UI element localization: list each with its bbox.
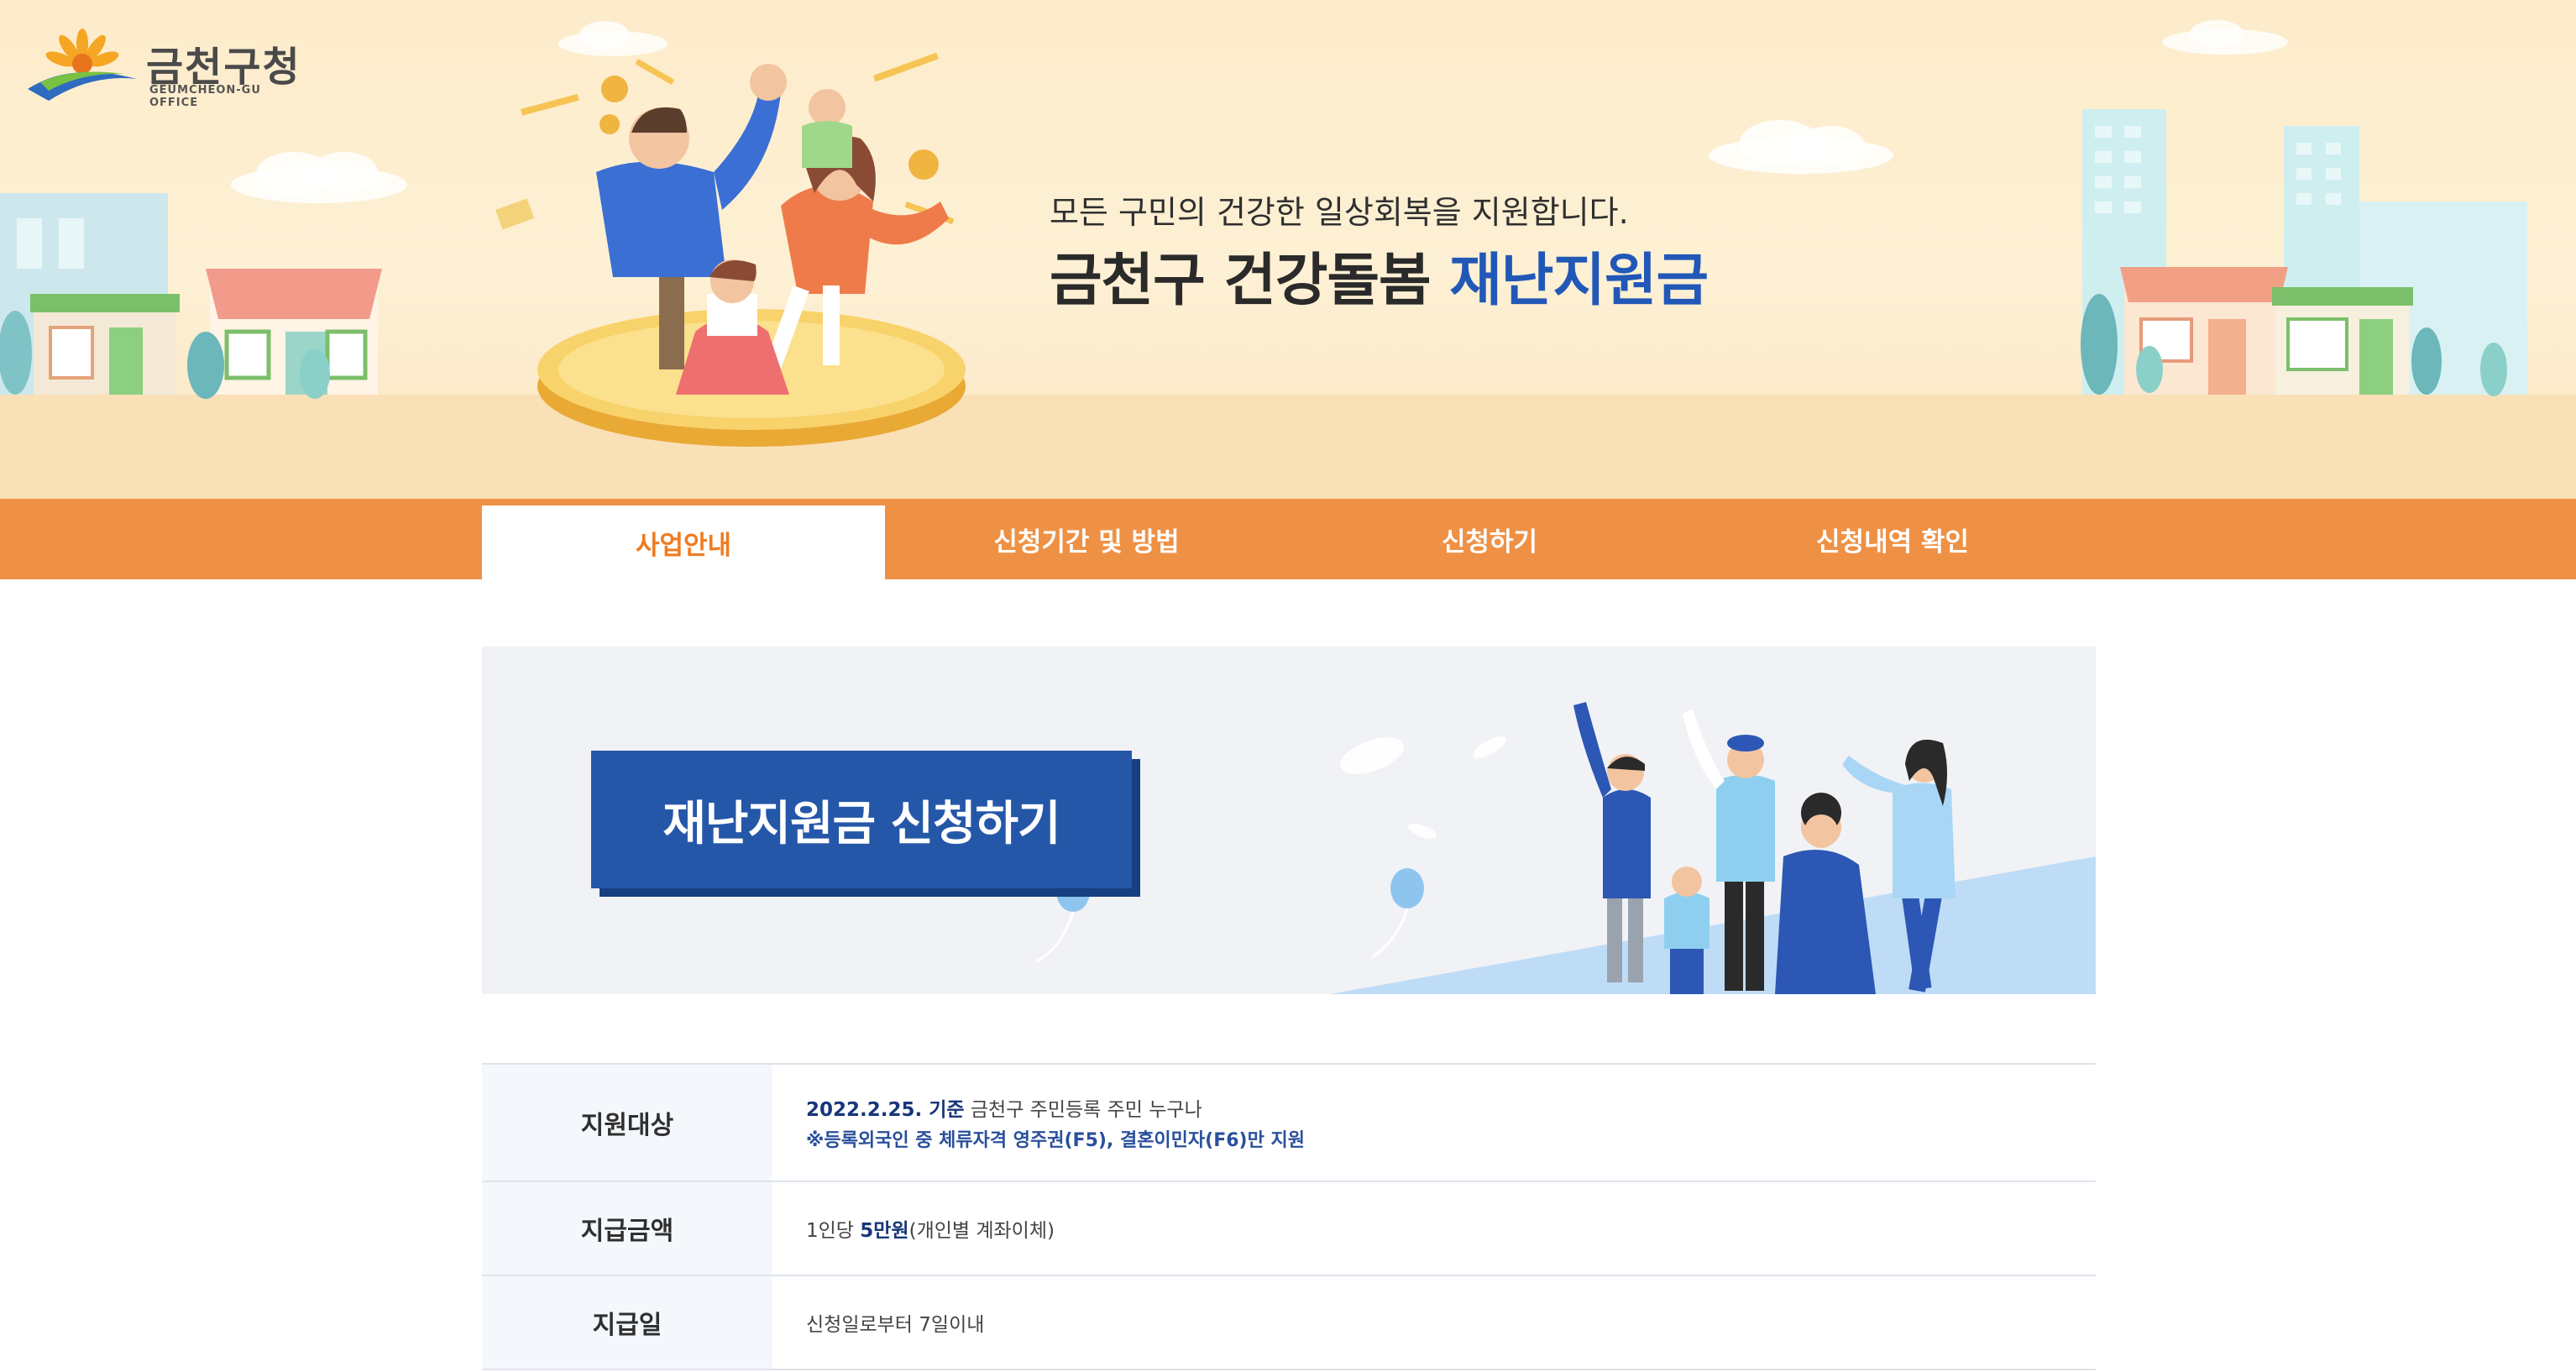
cloud-icon xyxy=(1709,120,1893,174)
tab-apply[interactable]: 신청하기 xyxy=(1288,499,1691,579)
eligibility-note: ※등록외국인 중 체류자격 영주권(F5), 결혼이민자(F6)만 지원 xyxy=(806,1130,1305,1151)
row-value-amount: 1인당 5만원(개인별 계좌이체) xyxy=(772,1182,2096,1275)
row-label-eligibility: 지원대상 xyxy=(482,1065,772,1181)
row-value-eligibility: 2022.2.25. 기준 금천구 주민등록 주민 누구나 ※등록외국인 중 체… xyxy=(772,1065,2096,1181)
amount-suffix: (개인별 계좌이체) xyxy=(908,1220,1055,1242)
main-nav: 사업안내 신청기간 및 방법 신청하기 신청내역 확인 xyxy=(0,499,2576,579)
hero-ground xyxy=(0,395,2576,499)
amount-line: 1인당 5만원(개인별 계좌이체) xyxy=(806,1214,2096,1243)
hero-title-prefix: 금천구 건강돌봄 xyxy=(1050,248,1450,314)
family-coin-illustration xyxy=(495,52,966,447)
apply-banner: 재난지원금 신청하기 xyxy=(482,647,2096,994)
citizens-cheering-illustration xyxy=(1573,702,1956,994)
table-row: 지원대상 2022.2.25. 기준 금천구 주민등록 주민 누구나 ※등록외국… xyxy=(482,1065,2096,1182)
cloud-icon xyxy=(2162,20,2288,55)
eligibility-text: 금천구 주민등록 주민 누구나 xyxy=(964,1099,1202,1121)
amount-prefix: 1인당 xyxy=(806,1220,861,1242)
hero-banner: 금천구청 GEUMCHEON-GU OFFICE 모든 구민의 건강한 일상회복… xyxy=(0,0,2576,499)
disaster-fund-apply-button[interactable]: 재난지원금 신청하기 xyxy=(591,751,1132,888)
town-right-illustration xyxy=(2081,109,2527,396)
row-value-payment-date: 신청일로부터 7일이내 xyxy=(772,1276,2096,1369)
info-table: 지원대상 2022.2.25. 기준 금천구 주민등록 주민 누구나 ※등록외국… xyxy=(482,1063,2096,1370)
tab-business-info[interactable]: 사업안내 xyxy=(482,505,885,579)
table-row: 지급금액 1인당 5만원(개인별 계좌이체) xyxy=(482,1182,2096,1276)
sunflower-logo-icon xyxy=(28,29,137,101)
amount-value: 5만원 xyxy=(860,1220,909,1242)
town-left-illustration xyxy=(0,193,382,399)
tab-application-period[interactable]: 신청기간 및 방법 xyxy=(885,499,1288,579)
eligibility-date: 2022.2.25. 기준 xyxy=(806,1099,965,1121)
eligibility-line: 2022.2.25. 기준 금천구 주민등록 주민 누구나 xyxy=(806,1093,2096,1122)
logo[interactable]: 금천구청 GEUMCHEON-GU OFFICE xyxy=(24,24,309,109)
row-label-payment-date: 지급일 xyxy=(482,1276,772,1369)
hero-subtitle: 모든 구민의 건강한 일상회복을 지원합니다. xyxy=(1050,194,1629,231)
tab-application-history[interactable]: 신청내역 확인 xyxy=(1691,499,2094,579)
hero-title: 금천구 건강돌봄 재난지원금 xyxy=(1050,233,1709,317)
row-label-amount: 지급금액 xyxy=(482,1182,772,1275)
table-row: 지급일 신청일로부터 7일이내 xyxy=(482,1276,2096,1370)
payment-date-text: 신청일로부터 7일이내 xyxy=(806,1314,985,1336)
hero-title-accent: 재난지원금 xyxy=(1449,248,1709,314)
logo-subtitle: GEUMCHEON-GU OFFICE xyxy=(149,84,261,109)
